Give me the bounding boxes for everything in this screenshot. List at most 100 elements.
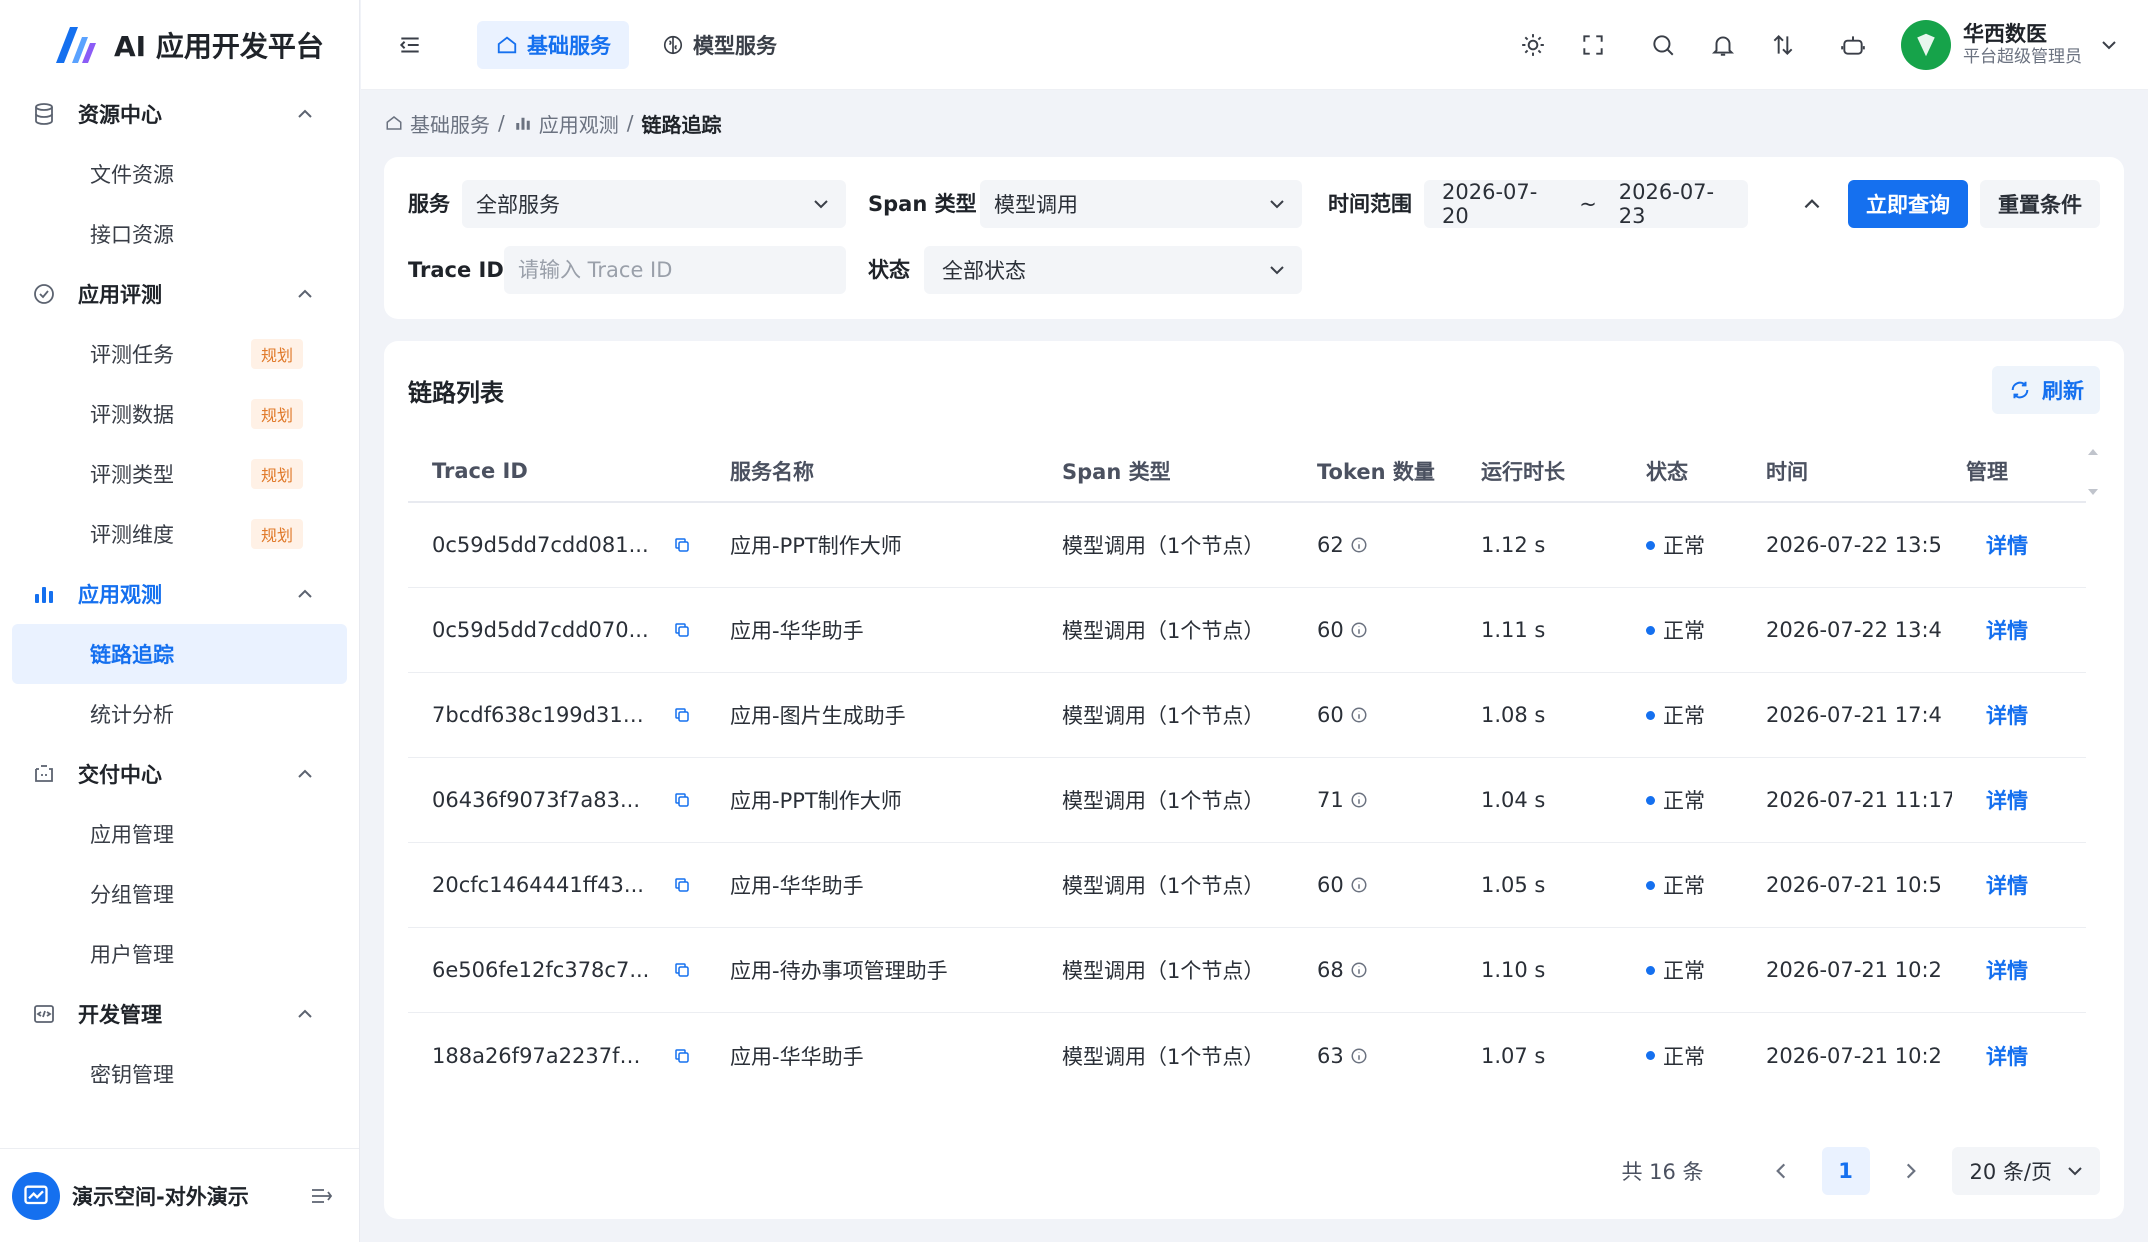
time: 2026-07-22 13:5 [1766, 533, 1942, 557]
info-icon[interactable] [1350, 876, 1368, 894]
robot-icon[interactable] [1837, 29, 1869, 61]
info-icon[interactable] [1350, 791, 1368, 809]
sidebar-item-app-management[interactable]: 应用管理 [12, 804, 347, 864]
span-type-select-value: 模型调用 [994, 193, 1078, 217]
table-body: 0c59d5dd7cdd081... 应用-PPT制作大师 模型调用（1个节点） 62… [408, 503, 2086, 1098]
chevron-left-icon[interactable] [1768, 1158, 1794, 1184]
refresh-button[interactable]: 刷新 [1992, 366, 2100, 414]
copy-icon[interactable] [672, 705, 692, 725]
sidebar-group-evaluation[interactable]: 应用评测 [0, 264, 359, 324]
filter-panel: 服务 全部服务 Span 类型 模型调用 时间范围 2026-07-20 ~ 2… [384, 157, 2124, 319]
sidebar-item-eval-types[interactable]: 评测类型 规划 [12, 444, 347, 504]
sidebar-item-key-management[interactable]: 密钥管理 [12, 1044, 347, 1104]
trace-id-label: Trace ID [408, 258, 504, 282]
detail-link[interactable]: 详情 [1986, 959, 2028, 983]
sidebar-group-observability[interactable]: 应用观测 [0, 564, 359, 624]
copy-icon[interactable] [672, 620, 692, 640]
sidebar-item-label: 评测类型 [90, 463, 174, 487]
detail-link[interactable]: 详情 [1986, 704, 2028, 728]
fullscreen-icon[interactable] [1577, 29, 1609, 61]
status-select[interactable]: 全部状态 [924, 246, 1302, 294]
status-cell: 正常 [1622, 955, 1742, 985]
scroll-arrows-icon[interactable] [2086, 441, 2100, 503]
sidebar-group-resources[interactable]: 资源中心 [0, 84, 359, 144]
copy-icon[interactable] [672, 960, 692, 980]
info-icon[interactable] [1350, 536, 1368, 554]
table-row: 0c59d5dd7cdd081... 应用-PPT制作大师 模型调用（1个节点） 62… [408, 503, 2086, 588]
refresh-label: 刷新 [2042, 379, 2084, 403]
page-number-current[interactable]: 1 [1821, 1147, 1870, 1195]
collapse-sidebar-icon[interactable] [395, 30, 425, 60]
sun-icon[interactable] [1517, 29, 1549, 61]
sidebar-item-eval-dimensions[interactable]: 评测维度 规划 [12, 504, 347, 564]
detail-link[interactable]: 详情 [1986, 619, 2028, 643]
span-type-select[interactable]: 模型调用 [980, 180, 1302, 228]
token-cell: 71 [1293, 788, 1457, 812]
check-circle-icon [30, 280, 58, 308]
menu-toggle-icon[interactable] [307, 1182, 335, 1210]
status-text: 正常 [1663, 789, 1705, 813]
sidebar-group-label: 应用观测 [78, 583, 162, 607]
info-icon[interactable] [1350, 961, 1368, 979]
sidebar-item-eval-data[interactable]: 评测数据 规划 [12, 384, 347, 444]
chevron-up-icon[interactable] [1798, 190, 1826, 218]
column-header: 服务名称 [730, 460, 814, 484]
detail-link[interactable]: 详情 [1986, 534, 2028, 558]
trace-id-input[interactable] [518, 258, 832, 282]
status-badge: 规划 [250, 399, 303, 429]
search-icon[interactable] [1647, 29, 1679, 61]
sidebar-group-label: 开发管理 [78, 1003, 162, 1027]
status-text: 正常 [1663, 619, 1705, 643]
user-menu[interactable]: 华西数医 平台超级管理员 [1901, 20, 2120, 70]
time-range-picker[interactable]: 2026-07-20 ~ 2026-07-23 [1424, 180, 1748, 228]
copy-icon[interactable] [672, 535, 692, 555]
refresh-icon [2008, 378, 2032, 402]
trace-id: 188a26f97a2237f4... [432, 1043, 652, 1068]
app-title: AI 应用开发平台 [114, 30, 324, 63]
page-size-select[interactable]: 20 条/页 [1951, 1147, 2100, 1195]
sidebar-item-trace[interactable]: 链路追踪 [12, 624, 347, 684]
info-icon[interactable] [1350, 621, 1368, 639]
tab-basic-services[interactable]: 基础服务 [477, 20, 629, 69]
trace-id-field[interactable] [504, 246, 846, 294]
trace-table: Trace ID 服务名称 Span 类型 Token 数量 运行时长 状态 时… [408, 441, 2086, 1098]
info-icon[interactable] [1350, 1047, 1368, 1065]
query-button[interactable]: 立即查询 [1848, 180, 1968, 228]
detail-link[interactable]: 详情 [1986, 874, 2028, 898]
service-name: 应用-华华助手 [730, 619, 864, 643]
service-select[interactable]: 全部服务 [462, 180, 846, 228]
chevron-up-icon [295, 764, 315, 784]
service-name: 应用-图片生成助手 [730, 704, 906, 728]
tab-model-services[interactable]: 模型服务 [643, 21, 795, 69]
copy-icon[interactable] [672, 790, 692, 810]
sidebar-item-user-management[interactable]: 用户管理 [12, 924, 347, 984]
sidebar-group-development[interactable]: 开发管理 [0, 984, 359, 1044]
sidebar-item-api-resources[interactable]: 接口资源 [12, 204, 347, 264]
detail-link[interactable]: 详情 [1986, 789, 2028, 813]
user-role: 平台超级管理员 [1963, 47, 2082, 68]
token-count: 62 [1317, 533, 1344, 557]
sidebar-group-delivery[interactable]: 交付中心 [0, 744, 359, 804]
service-name: 应用-PPT制作大师 [730, 534, 902, 558]
sidebar-item-eval-tasks[interactable]: 评测任务 规划 [12, 324, 347, 384]
copy-icon[interactable] [672, 1046, 692, 1066]
sort-icon[interactable] [1767, 29, 1799, 61]
bell-icon[interactable] [1707, 29, 1739, 61]
info-icon[interactable] [1350, 706, 1368, 724]
sidebar-menu: 资源中心 文件资源 接口资源 应用评测 评测任务 规划 评测数据 规划 评测类型 规划… [0, 84, 359, 1104]
breadcrumb-item[interactable]: 应用观测 [539, 109, 619, 138]
time-end: 2026-07-23 [1618, 180, 1715, 228]
sidebar-item-file-resources[interactable]: 文件资源 [12, 144, 347, 204]
breadcrumb-item[interactable]: 基础服务 [410, 109, 490, 138]
copy-icon[interactable] [672, 875, 692, 895]
duration: 1.08 s [1481, 703, 1546, 727]
chevron-right-icon[interactable] [1898, 1158, 1924, 1184]
sidebar-item-group-management[interactable]: 分组管理 [12, 864, 347, 924]
workspace-switcher[interactable]: 演示空间-对外演示 [0, 1148, 359, 1242]
span-type: 模型调用（1个节点） [1062, 1044, 1265, 1069]
detail-link[interactable]: 详情 [1986, 1045, 2028, 1069]
reset-button[interactable]: 重置条件 [1980, 180, 2100, 228]
chevron-down-icon [1266, 259, 1288, 281]
sidebar-item-statistics[interactable]: 统计分析 [12, 684, 347, 744]
column-header: 时间 [1766, 460, 1808, 484]
